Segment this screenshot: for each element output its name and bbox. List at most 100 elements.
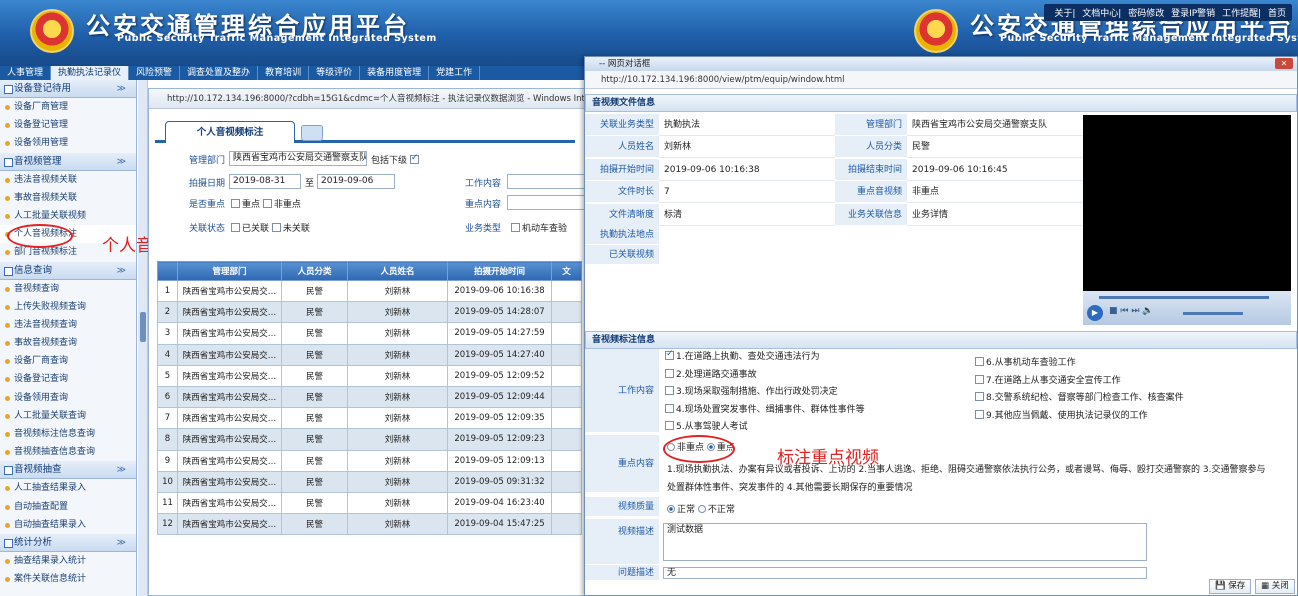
login-ip-link[interactable]: 登录IP警销 (1171, 9, 1215, 19)
sidebar-section-av[interactable]: 音视频管理 ≫ (0, 152, 136, 171)
sidebar-item[interactable]: 上传失败视频查询 (0, 298, 136, 316)
linked-checkbox[interactable] (231, 223, 240, 232)
table-row[interactable]: 12 陕西省宝鸡市公安局交… 民警 刘新林 2019-09-04 15:47:25 (157, 513, 582, 536)
key-checkbox[interactable] (231, 199, 240, 208)
col-category[interactable]: 人员分类 (281, 261, 348, 281)
transport-icons[interactable]: ■ ⏮ ⏭ 🔈 (1109, 306, 1154, 316)
work-checkbox[interactable] (665, 368, 674, 378)
sidebar-item[interactable]: 人工抽查结果录入 (0, 479, 136, 497)
table-row[interactable]: 11 陕西省宝鸡市公安局交… 民警 刘新林 2019-09-04 16:23:40 (157, 491, 582, 515)
splitter-grip[interactable] (140, 312, 146, 342)
table-row[interactable]: 5 陕西省宝鸡市公安局交… 民警 刘新林 2019-09-05 12:09:52 (157, 364, 582, 387)
seek-bar[interactable] (1099, 296, 1269, 299)
docs-link[interactable]: 文档中心 (1082, 9, 1118, 19)
work-checkbox[interactable] (975, 357, 984, 366)
table-row[interactable]: 1 陕西省宝鸡市公安局交… 民警 刘新林 2019-09-06 10:16:38 (157, 279, 582, 303)
table-row[interactable]: 9 陕西省宝鸡市公安局交… 民警 刘新林 2019-09-05 12:09:13 (157, 449, 582, 472)
sidebar-item[interactable]: 违法音视频关联 (0, 171, 136, 189)
sidebar-item[interactable]: 事故音视频查询 (0, 334, 136, 352)
table-row[interactable]: 10 陕西省宝鸡市公安局交… 民警 刘新林 2019-09-05 09:31:32 (157, 470, 582, 493)
sidebar-item[interactable]: 设备领用查询 (0, 389, 136, 407)
table-row[interactable]: 6 陕西省宝鸡市公安局交… 民警 刘新林 2019-09-05 12:09:44 (157, 385, 582, 409)
work-item[interactable]: 1.在道路上执勤、查处交通违法行为 (665, 349, 820, 362)
sidebar-item[interactable]: 人工批量关联查询 (0, 407, 136, 425)
nav-rating[interactable]: 等级评价 (309, 66, 361, 80)
sidebar-section-spotcheck[interactable]: 音视频抽查 ≫ (0, 461, 136, 480)
sidebar-item[interactable]: 人工批量关联视频 (0, 207, 136, 225)
sidebar-item[interactable]: 违法音视频查询 (0, 316, 136, 334)
sidebar-item[interactable]: 事故音视频关联 (0, 189, 136, 207)
work-item[interactable]: 9.其他应当佩戴、使用执法记录仪的工作 (975, 408, 1148, 421)
splitter[interactable] (138, 80, 148, 596)
sidebar-item[interactable]: 抽查结果录入统计 (0, 552, 136, 570)
sidebar-item[interactable]: 自动抽查结果录入 (0, 516, 136, 534)
sidebar-item[interactable]: 设备领用管理 (0, 134, 136, 152)
work-checkbox[interactable] (665, 421, 674, 430)
work-input[interactable] (507, 174, 587, 189)
nav-recorder[interactable]: 执勤执法记录仪 (51, 66, 130, 80)
date-to-input[interactable]: 2019-09-06 (317, 174, 395, 189)
nav-investigation[interactable]: 调查处置及整办 (180, 66, 259, 80)
nav-risk[interactable]: 风险预警 (129, 66, 181, 80)
nav-training[interactable]: 教育培训 (258, 66, 310, 80)
volume-slider[interactable] (1183, 312, 1243, 315)
home-link[interactable]: 首页 (1268, 9, 1286, 19)
play-icon[interactable]: ▶ (1087, 305, 1103, 321)
sidebar-item[interactable]: 案件关联信息统计 (0, 570, 136, 588)
nav-personnel[interactable]: 人事管理 (0, 66, 52, 80)
work-checkbox[interactable] (665, 403, 674, 413)
reminder-link[interactable]: 工作提醒 (1222, 9, 1258, 19)
work-item[interactable]: 2.处理道路交通事故 (665, 367, 757, 380)
sidebar-item[interactable]: 设备登记管理 (0, 116, 136, 134)
about-link[interactable]: 关于 (1054, 9, 1072, 19)
key-options-line2[interactable]: 处置群体性事件、突发事件的 4.其他需要长期保存的重要情况 (667, 480, 912, 493)
work-item[interactable]: 5.从事驾驶人考试 (665, 419, 748, 432)
close-icon[interactable]: ✕ (1275, 58, 1293, 69)
nav-party[interactable]: 党建工作 (429, 66, 481, 80)
work-checkbox[interactable] (665, 386, 674, 395)
work-item[interactable]: 3.现场采取强制措施、作出行政处罚决定 (665, 384, 838, 397)
sidebar-item[interactable]: 音视频查询 (0, 280, 136, 298)
table-row[interactable]: 2 陕西省宝鸡市公安局交… 民警 刘新林 2019-09-05 14:28:07 (157, 301, 582, 324)
save-button[interactable]: 💾 保存 (1209, 579, 1252, 594)
include-sub-checkbox[interactable] (409, 153, 419, 164)
col-start[interactable]: 拍摄开始时间 (447, 261, 552, 281)
work-item[interactable]: 8.交警系统纪检、督察等部门检查工作、核查案件 (975, 390, 1184, 403)
sidebar-item[interactable]: 音视频标注信息查询 (0, 425, 136, 443)
abnormal-radio[interactable] (697, 505, 706, 513)
tab-extra[interactable] (301, 125, 323, 141)
work-item[interactable]: 6.从事机动车查验工作 (975, 355, 1076, 368)
table-row[interactable]: 7 陕西省宝鸡市公安局交… 民警 刘新林 2019-09-05 12:09:35 (157, 407, 582, 430)
work-checkbox[interactable] (665, 349, 674, 360)
table-row[interactable]: 4 陕西省宝鸡市公安局交… 民警 刘新林 2019-09-05 14:27:40 (157, 343, 582, 366)
col-name[interactable]: 人员姓名 (347, 261, 448, 281)
close-button[interactable]: ▦ 关闭 (1255, 579, 1295, 594)
sidebar-item[interactable]: 设备厂商查询 (0, 352, 136, 370)
dept-select[interactable]: 陕西省宝鸡市公安局交通警察支队 (229, 151, 367, 166)
nonkey-checkbox[interactable] (262, 199, 272, 208)
keycontent-input[interactable] (507, 195, 587, 210)
table-row[interactable]: 8 陕西省宝鸡市公安局交… 民警 刘新林 2019-09-05 12:09:23 (157, 428, 582, 451)
biz-checkbox[interactable] (511, 223, 520, 232)
col-more[interactable]: 文 (551, 261, 582, 281)
work-item[interactable]: 7.在道路上从事交通安全宣传工作 (975, 373, 1121, 386)
sidebar-item[interactable]: 音视频抽查信息查询 (0, 443, 136, 461)
work-checkbox[interactable] (975, 374, 984, 384)
date-from-input[interactable]: 2019-08-31 (229, 174, 301, 189)
sidebar-item[interactable]: 设备厂商管理 (0, 98, 136, 116)
normal-radio[interactable] (667, 505, 675, 513)
unlinked-checkbox[interactable] (271, 223, 281, 232)
work-checkbox[interactable] (975, 409, 984, 419)
sidebar-item[interactable]: 自动抽查配置 (0, 498, 136, 516)
sidebar-item[interactable]: 设备登记查询 (0, 370, 136, 388)
table-row[interactable]: 3 陕西省宝鸡市公安局交… 民警 刘新林 2019-09-05 14:27:59 (157, 322, 582, 345)
desc-textarea[interactable]: 测试数据 (663, 523, 1147, 561)
password-link[interactable]: 密码修改 (1128, 9, 1164, 19)
work-item[interactable]: 4.现场处置突发事件、缉捕事件、群体性事件等 (665, 402, 865, 415)
col-dept[interactable]: 管理部门 (177, 261, 282, 281)
sidebar-section-stats[interactable]: 统计分析 ≫ (0, 533, 136, 552)
nav-equipment[interactable]: 装备用度管理 (360, 66, 430, 80)
video-player[interactable]: ▶ ■ ⏮ ⏭ 🔈 (1083, 115, 1291, 325)
key-options-line1[interactable]: 1.现场执勤执法、办案有异议或者投诉、上访的 2.当事人逃逸、拒绝、阻碍交通警察… (667, 462, 1287, 475)
sidebar-section-query[interactable]: 信息查询 ≫ (0, 261, 136, 280)
